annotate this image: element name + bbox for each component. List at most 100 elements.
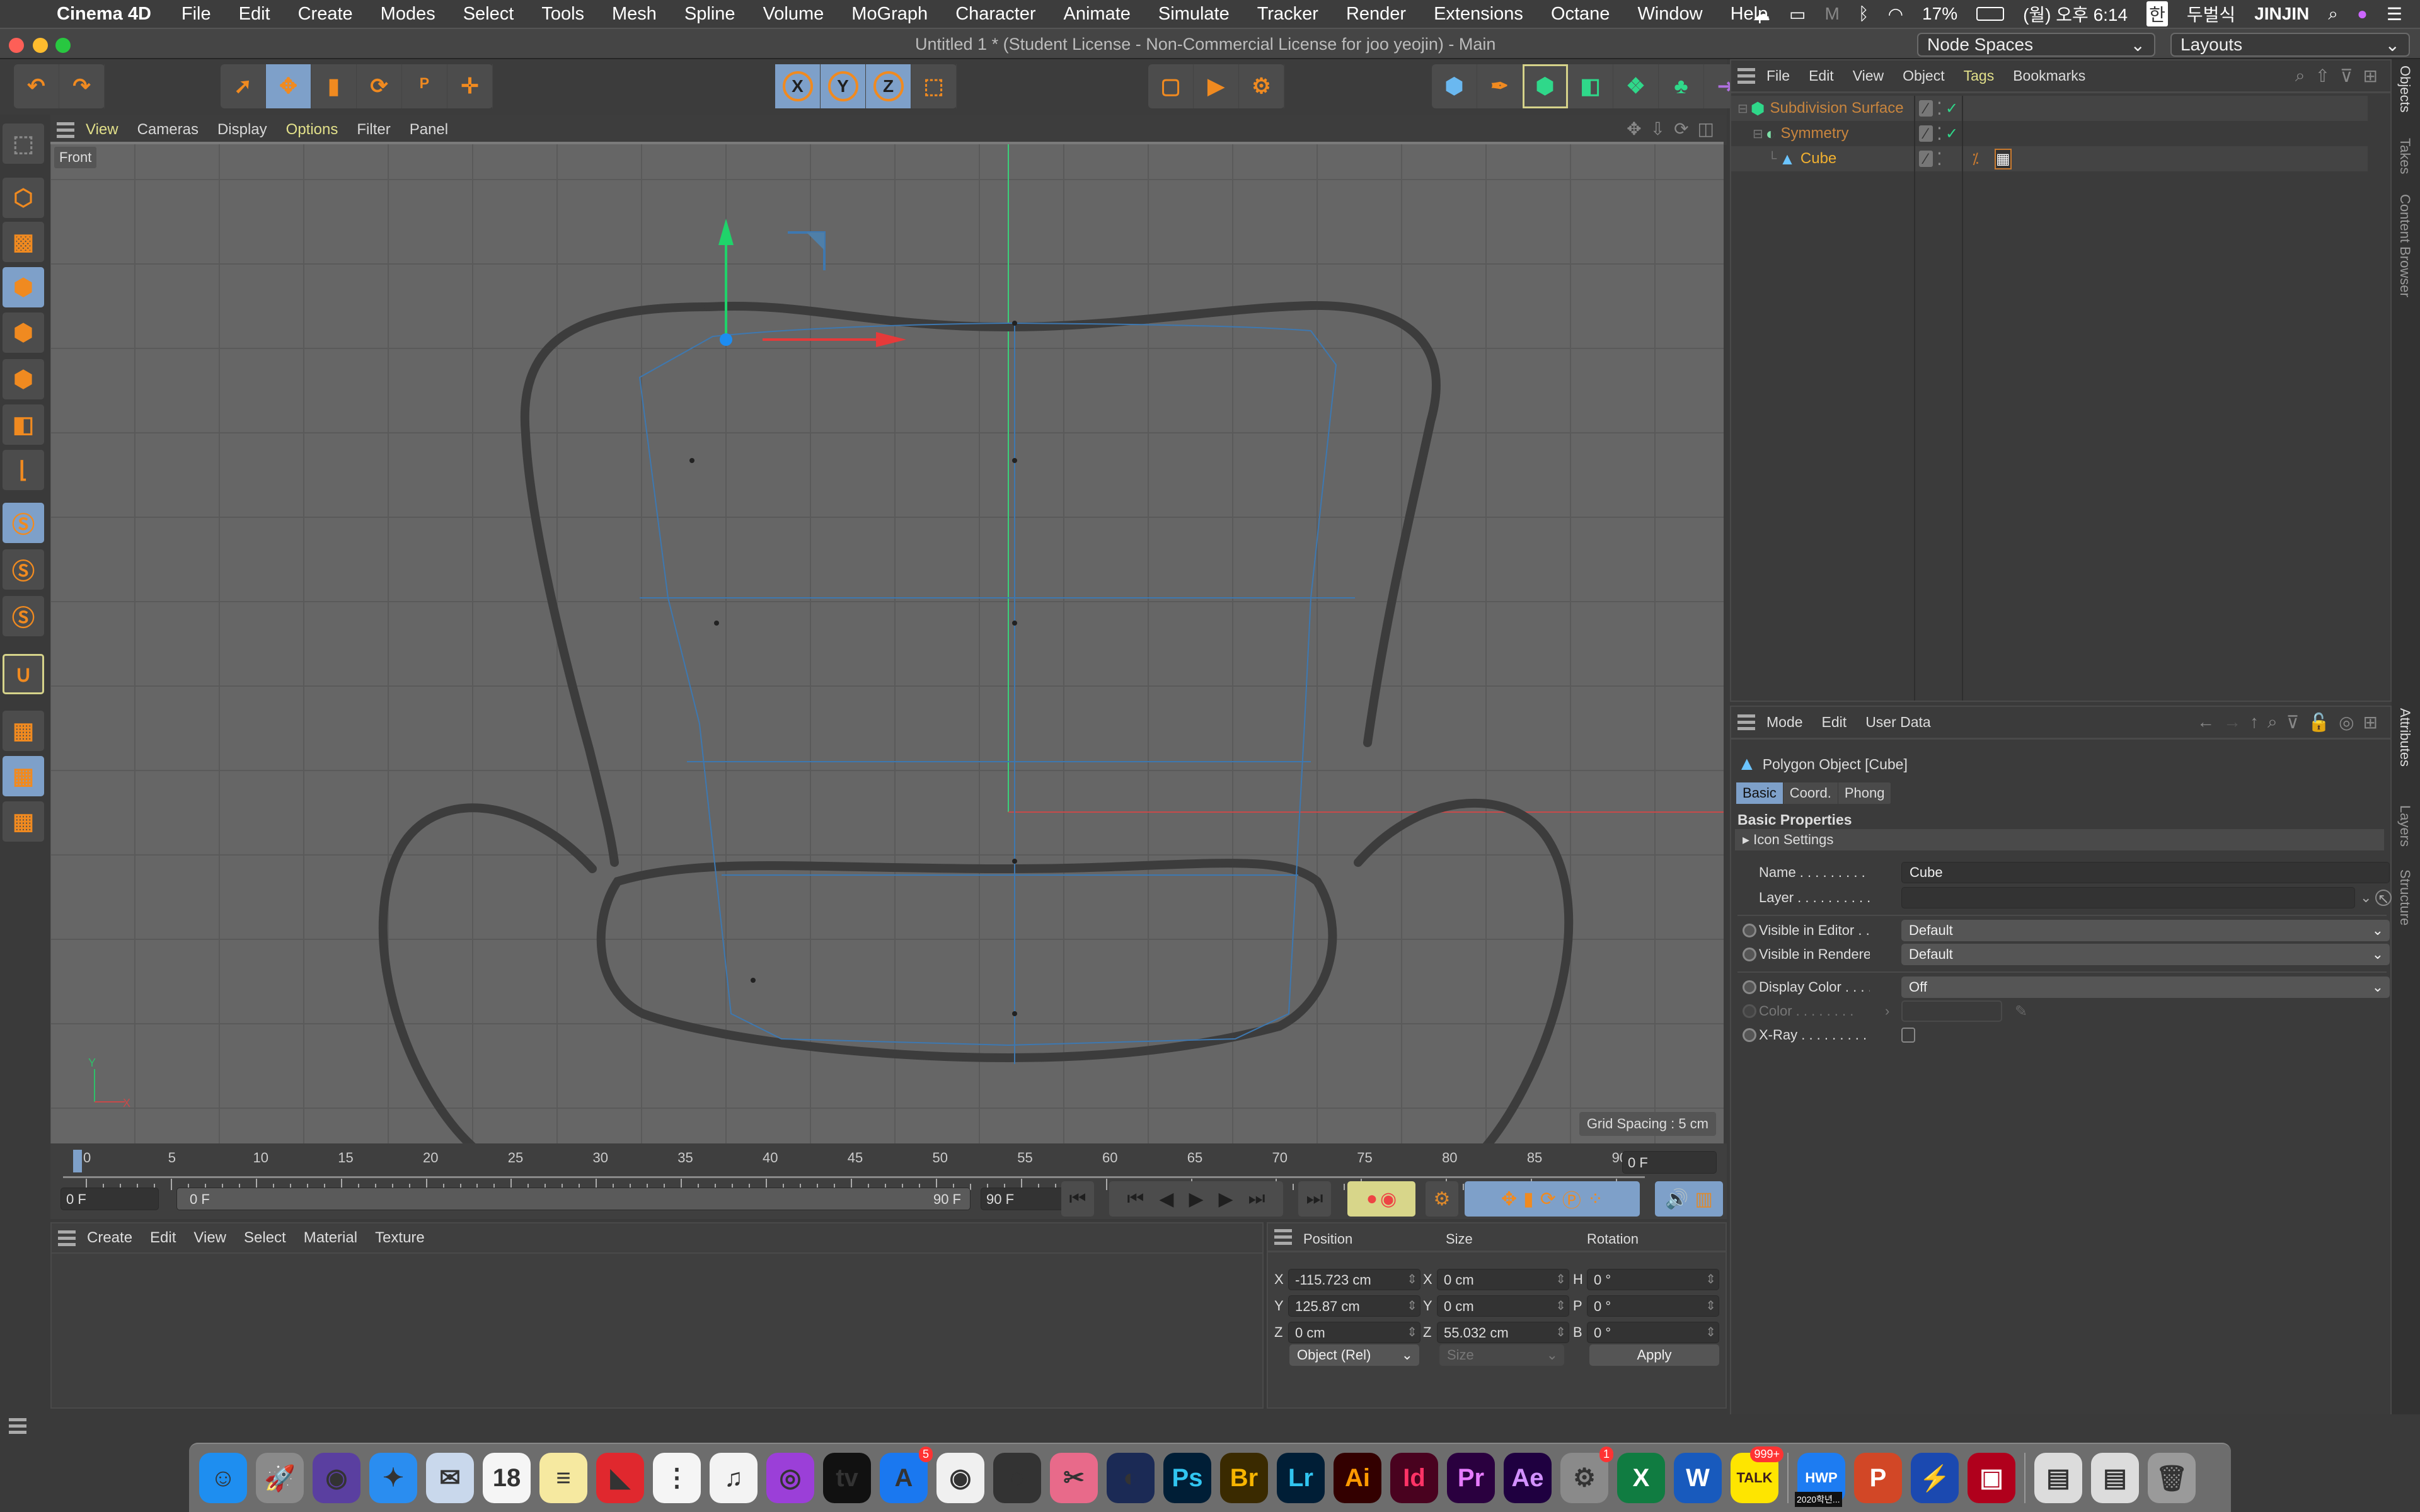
viewport-menu-hamburger-icon[interactable] bbox=[57, 122, 74, 138]
sound-icon[interactable]: 🔊 bbox=[1665, 1188, 1688, 1210]
dock-cinema-4d[interactable]: ◐ bbox=[1107, 1453, 1155, 1503]
dock-indesign[interactable]: Id bbox=[1390, 1453, 1438, 1503]
record-active-objects-button[interactable]: ● bbox=[1366, 1188, 1378, 1210]
playhead[interactable] bbox=[73, 1150, 82, 1172]
visibility-dots-icon[interactable]: ⁚ bbox=[1937, 98, 1942, 119]
dock-bear[interactable]: ◣ bbox=[596, 1453, 644, 1503]
transform-button[interactable]: ✛ bbox=[447, 64, 493, 108]
position-y-field[interactable]: 125.87 cm bbox=[1288, 1295, 1420, 1317]
cube-button[interactable]: ⬢ bbox=[1432, 64, 1477, 108]
material-menu-material[interactable]: Material bbox=[304, 1229, 357, 1247]
sidecar-icon[interactable]: ▭ bbox=[1789, 4, 1806, 25]
up-arrow-icon[interactable]: ↑ bbox=[2250, 712, 2259, 733]
go-to-start-button[interactable]: ⏮ bbox=[1061, 1181, 1094, 1217]
menu-window[interactable]: Window bbox=[1637, 4, 1702, 25]
dock-after-effects[interactable]: Ae bbox=[1504, 1453, 1552, 1503]
side-tab-takes[interactable]: Takes bbox=[2397, 138, 2413, 174]
dock-excel[interactable]: X bbox=[1617, 1453, 1665, 1503]
object-name[interactable]: Cube bbox=[1801, 150, 1915, 168]
dolly-view-icon[interactable]: ⇩ bbox=[1651, 118, 1665, 139]
visible-renderer-dropdown[interactable]: Default ⌄ bbox=[1901, 944, 2390, 965]
rotate-view-icon[interactable]: ⟳ bbox=[1674, 118, 1688, 139]
material-menu-select[interactable]: Select bbox=[244, 1229, 286, 1247]
render-view-button[interactable]: ▢ bbox=[1148, 64, 1194, 108]
move-button[interactable]: ✥ bbox=[266, 64, 311, 108]
wifi-icon[interactable]: ◠ bbox=[1888, 4, 1903, 25]
dock-trash[interactable]: 🗑 bbox=[2148, 1453, 2196, 1503]
dock-premiere-pro[interactable]: Pr bbox=[1447, 1453, 1495, 1503]
layer-field[interactable] bbox=[1901, 887, 2355, 908]
editor-visibility-icon[interactable]: ∕ bbox=[1919, 100, 1933, 117]
size-mode-dropdown[interactable]: Size ⌄ bbox=[1439, 1344, 1564, 1366]
dock-notes[interactable]: ≡ bbox=[539, 1453, 587, 1503]
cloner-button[interactable]: ❖ bbox=[1613, 64, 1659, 108]
zoom-window-button[interactable] bbox=[55, 38, 71, 53]
menu-octane[interactable]: Octane bbox=[1551, 4, 1610, 25]
dock-bridge[interactable]: Br bbox=[1220, 1453, 1268, 1503]
viewport-menu-view[interactable]: View bbox=[86, 121, 118, 139]
dock-kakaotalk[interactable]: TALK 999+ bbox=[1731, 1446, 1783, 1503]
dock-final-cut-pro[interactable]: ✂ bbox=[1050, 1453, 1098, 1503]
layouts-dropdown[interactable]: Layouts ⌄ bbox=[2170, 33, 2410, 57]
menu-mesh[interactable]: Mesh bbox=[612, 4, 657, 25]
visibility-dots-icon[interactable]: ⁚ bbox=[1937, 123, 1942, 144]
display-color-dropdown[interactable]: Off ⌄ bbox=[1901, 976, 2390, 998]
lock-icon[interactable]: 🔓 bbox=[2308, 712, 2330, 733]
filter-icon[interactable]: ⊽ bbox=[2340, 66, 2353, 86]
psr-button[interactable]: ᴾ bbox=[402, 64, 447, 108]
dock-illustrator[interactable]: Ai bbox=[1334, 1453, 1381, 1503]
node-spaces-dropdown[interactable]: Node Spaces ⌄ bbox=[1917, 33, 2155, 57]
tab-coord[interactable]: Coord. bbox=[1783, 782, 1838, 804]
tree-toggle-icon[interactable]: ⊟ bbox=[1753, 126, 1763, 142]
menu-mograph[interactable]: MoGraph bbox=[851, 4, 928, 25]
search-icon[interactable]: ⌕ bbox=[2295, 66, 2305, 86]
menu-simulate[interactable]: Simulate bbox=[1158, 4, 1230, 25]
target-icon[interactable]: ◎ bbox=[2339, 712, 2354, 733]
menu-volume[interactable]: Volume bbox=[763, 4, 824, 25]
start-frame-field[interactable]: 0 F bbox=[60, 1188, 159, 1210]
menu-extensions[interactable]: Extensions bbox=[1434, 4, 1523, 25]
voronoi-button[interactable]: ♣ bbox=[1659, 64, 1704, 108]
search-icon[interactable]: ⌕ bbox=[2267, 712, 2278, 733]
polygons-mode-button[interactable]: ⬢ bbox=[3, 359, 44, 399]
object-menu-edit[interactable]: Edit bbox=[1809, 67, 1834, 84]
material-menu-hamburger-icon[interactable] bbox=[58, 1230, 76, 1246]
material-menu-view[interactable]: View bbox=[193, 1229, 226, 1247]
dock-finder[interactable]: ☺ bbox=[199, 1453, 247, 1503]
animate-radio[interactable] bbox=[1743, 948, 1756, 961]
minimize-window-button[interactable] bbox=[33, 38, 48, 53]
live-selection-button[interactable]: ➚ bbox=[221, 64, 266, 108]
viewport-menu-display[interactable]: Display bbox=[217, 121, 267, 139]
side-tab-content-browser[interactable]: Content Browser bbox=[2397, 194, 2413, 297]
rotation-p-field[interactable]: 0 ° bbox=[1587, 1295, 1719, 1317]
viewport-menu-cameras[interactable]: Cameras bbox=[137, 121, 199, 139]
object-row-symmetry[interactable]: ⊟ ◐ Symmetry ∕ ⁚ ✓ bbox=[1731, 121, 2368, 146]
clock[interactable]: (월) 오후 6:14 bbox=[2023, 1, 2128, 26]
edges-mode-button[interactable]: ⬢ bbox=[3, 312, 44, 353]
size-z-field[interactable]: 55.032 cm bbox=[1437, 1322, 1569, 1343]
key-scale-button[interactable]: ▮ bbox=[1523, 1188, 1534, 1210]
solo-off-button[interactable]: Ⓢ bbox=[3, 503, 44, 543]
pan-view-icon[interactable]: ✥ bbox=[1627, 118, 1641, 139]
menu-file[interactable]: File bbox=[182, 4, 211, 25]
dock-chrome[interactable]: ◉ bbox=[936, 1453, 984, 1503]
viewport-menu-panel[interactable]: Panel bbox=[410, 121, 448, 139]
coord-menu-hamburger-icon[interactable] bbox=[1274, 1229, 1292, 1245]
object-row-subdivision-surface[interactable]: ⊟ ⬢ Subdivision Surface ∕ ⁚ ✓ bbox=[1731, 96, 2368, 121]
solo-hierarchy-button[interactable]: Ⓢ bbox=[3, 596, 44, 636]
extrude-button[interactable]: ◧ bbox=[1568, 64, 1613, 108]
redo-button[interactable]: ↷ bbox=[59, 64, 105, 108]
dock-safari[interactable]: ✦ bbox=[369, 1453, 417, 1503]
animate-radio[interactable] bbox=[1743, 1028, 1756, 1042]
position-z-field[interactable]: 0 cm bbox=[1288, 1322, 1420, 1343]
viewport-menu-options[interactable]: Options bbox=[286, 121, 338, 139]
object-menu-hamburger-icon[interactable] bbox=[1737, 68, 1755, 84]
app-menu[interactable]: Cinema 4D bbox=[57, 4, 151, 25]
autokeying-button[interactable]: ◉ bbox=[1380, 1188, 1397, 1210]
material-menu-create[interactable]: Create bbox=[87, 1229, 132, 1247]
dock-reminders[interactable]: ⋮ bbox=[653, 1453, 701, 1503]
menu-select[interactable]: Select bbox=[463, 4, 514, 25]
filter-icon[interactable]: ⊽ bbox=[2286, 712, 2300, 733]
render-picture-viewer-button[interactable]: ▶ bbox=[1194, 64, 1239, 108]
material-list-area[interactable] bbox=[52, 1254, 1262, 1405]
